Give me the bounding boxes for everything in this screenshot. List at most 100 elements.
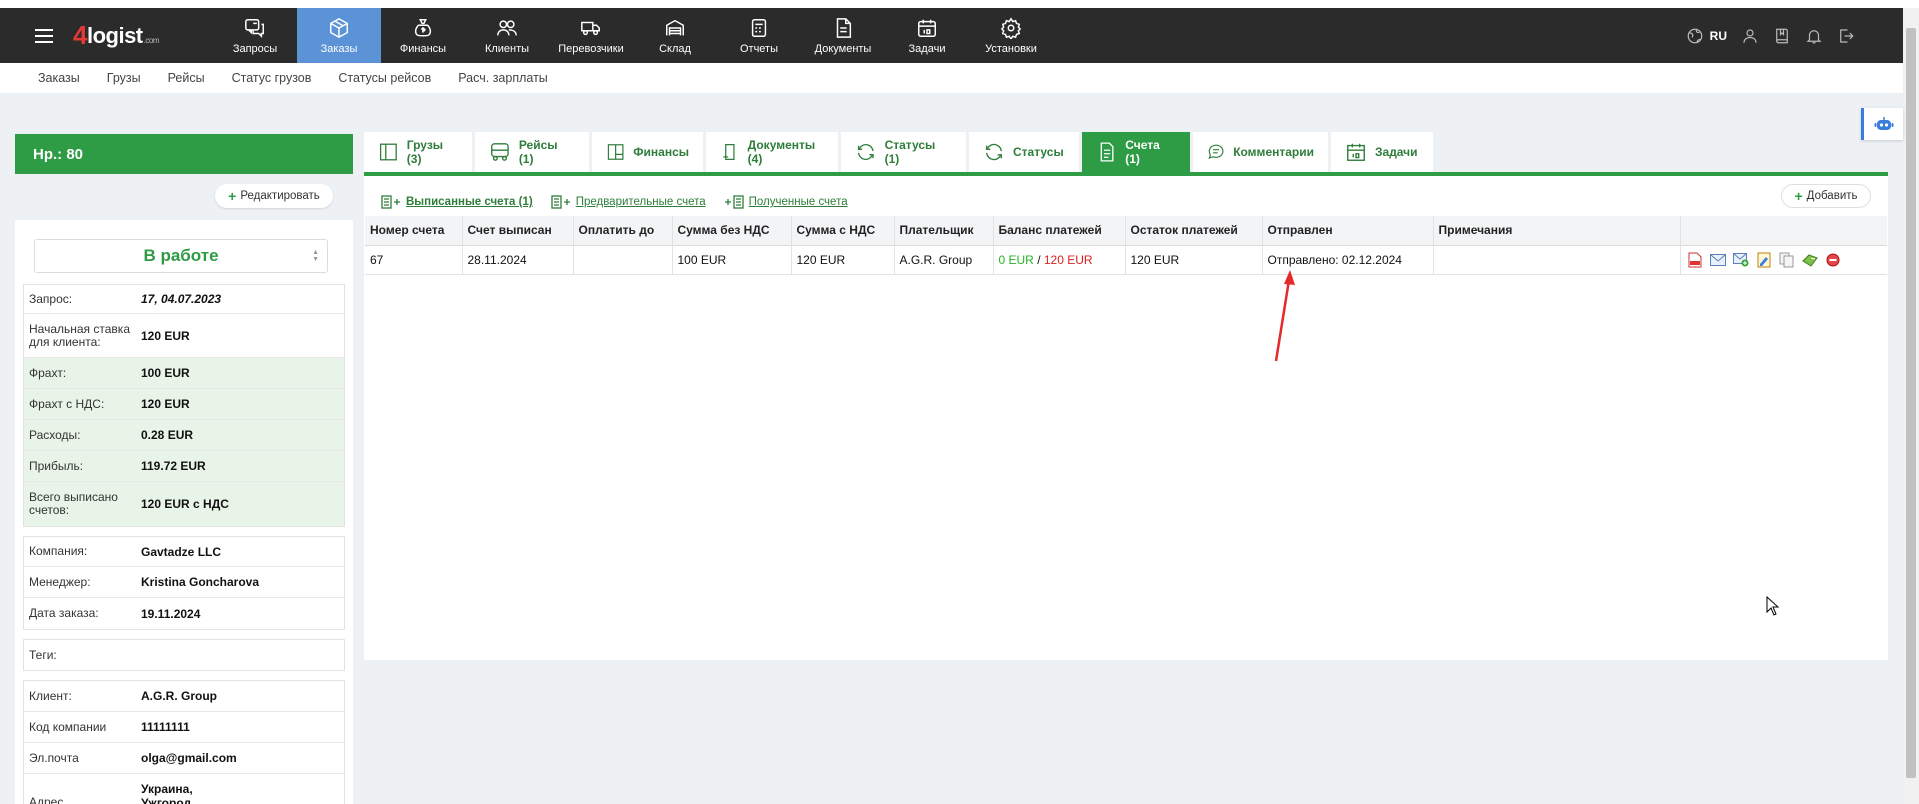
tab-finance[interactable]: Финансы bbox=[592, 132, 703, 172]
edit-button[interactable]: + Редактировать bbox=[215, 184, 333, 208]
email-add-icon[interactable] bbox=[1732, 252, 1749, 268]
column-header[interactable]: Плательщик bbox=[894, 216, 994, 246]
info-label: Компания: bbox=[29, 544, 88, 558]
sub-navigation: Заказы Грузы Рейсы Статус грузов Статусы… bbox=[0, 63, 1903, 93]
book-icon[interactable] bbox=[1773, 27, 1791, 45]
tab-label: Финансы bbox=[633, 145, 689, 159]
subnav-orders[interactable]: Заказы bbox=[38, 71, 80, 85]
tab-tasks[interactable]: Задачи bbox=[1331, 132, 1433, 172]
info-value: 120 EUR с НДС bbox=[141, 497, 229, 511]
column-header[interactable]: Отправлен bbox=[1262, 216, 1434, 246]
info-row: Начальная ставка для клиента: 120 EUR bbox=[24, 314, 344, 358]
nav-orders-label: Заказы bbox=[320, 42, 358, 55]
tab-comments[interactable]: Комментарии bbox=[1193, 132, 1328, 172]
tab-label: Статусы bbox=[1013, 145, 1064, 159]
column-header[interactable]: Сумма без НДС bbox=[672, 216, 792, 246]
subtab-label: Выписанные счета (1) bbox=[406, 196, 533, 208]
nav-requests-label: Запросы bbox=[232, 42, 278, 55]
info-label: Прибыль: bbox=[29, 458, 84, 473]
finance-icon bbox=[414, 18, 432, 37]
email-icon[interactable] bbox=[1709, 252, 1726, 268]
nav-clients[interactable]: Клиенты bbox=[465, 8, 549, 63]
nav-orders[interactable]: Заказы bbox=[297, 8, 381, 63]
subtab-received-invoices[interactable]: Полученные счета bbox=[724, 195, 848, 209]
nav-carriers[interactable]: Перевозчики bbox=[549, 8, 633, 63]
column-header[interactable]: Номер счета bbox=[365, 216, 463, 246]
user-icon[interactable] bbox=[1741, 27, 1759, 45]
column-header[interactable]: Счет выписан bbox=[462, 216, 574, 246]
delete-icon[interactable] bbox=[1825, 252, 1841, 268]
scrollbar-thumb[interactable] bbox=[1906, 28, 1916, 778]
tab-label: Комментарии bbox=[1233, 145, 1314, 159]
nav-reports[interactable]: Отчеты bbox=[717, 8, 801, 63]
subtab-preliminary-invoices[interactable]: Предварительные счета bbox=[551, 195, 706, 209]
menu-icon[interactable] bbox=[20, 8, 68, 63]
assistant-bot-button[interactable] bbox=[1861, 108, 1903, 140]
pdf-icon[interactable] bbox=[1687, 252, 1703, 268]
column-header[interactable]: Сумма с НДС bbox=[791, 216, 895, 246]
copy-icon[interactable] bbox=[1779, 252, 1795, 268]
subtab-issued-invoices[interactable]: Выписанные счета (1) bbox=[381, 195, 533, 209]
tab-label: Грузы (3) bbox=[406, 138, 444, 166]
annotation-arrow-icon bbox=[1274, 270, 1295, 362]
info-value: 17, 04.07.2023 bbox=[141, 292, 222, 306]
subnav-cargo[interactable]: Грузы bbox=[107, 71, 141, 85]
nav-carriers-label: Перевозчики bbox=[558, 42, 624, 55]
truck-icon bbox=[581, 21, 600, 35]
edit-icon[interactable] bbox=[1756, 252, 1772, 268]
add-invoice-button[interactable]: + Добавить bbox=[1781, 184, 1871, 208]
info-value: 119.72 EUR bbox=[141, 459, 206, 473]
info-value: 120 EUR bbox=[141, 397, 190, 411]
subnav-trips[interactable]: Рейсы bbox=[168, 71, 205, 85]
nav-documents[interactable]: Документы bbox=[801, 8, 885, 63]
cell-invoice-number[interactable]: 67 bbox=[365, 245, 463, 275]
nav-right-tools: RU bbox=[1686, 8, 1903, 63]
column-header[interactable]: Оплатить до bbox=[573, 216, 673, 246]
subnav-cargo-status[interactable]: Статус грузов bbox=[232, 71, 312, 85]
info-value: Kristina Goncharova bbox=[141, 575, 260, 589]
nav-finance-label: Финансы bbox=[399, 42, 447, 55]
info-value: olga@gmail.com bbox=[141, 751, 237, 765]
info-label: Код компании bbox=[29, 719, 107, 734]
document-tab-icon bbox=[723, 144, 735, 160]
tab-documents[interactable]: Документы (4) bbox=[706, 132, 838, 172]
subnav-salary[interactable]: Расч. зарплаты bbox=[458, 71, 548, 85]
tab-trips[interactable]: Рейсы (1) bbox=[475, 132, 589, 172]
tab-label: Задачи bbox=[1375, 145, 1418, 159]
status-select-value: В работе bbox=[143, 246, 219, 265]
nav-reports-label: Отчеты bbox=[739, 42, 779, 55]
status-select[interactable]: В работе ▲ ▼ bbox=[34, 239, 328, 273]
column-header[interactable]: Остаток платежей bbox=[1125, 216, 1263, 246]
info-label: Запрос: bbox=[29, 291, 73, 306]
nav-warehouse[interactable]: Склад bbox=[633, 8, 717, 63]
info-value: A.G.R. Group bbox=[141, 689, 217, 703]
info-label: Клиент: bbox=[29, 688, 72, 703]
column-header[interactable]: Примечания bbox=[1433, 216, 1681, 246]
table-row[interactable]: 67 28.11.2024 100 EUR 120 EUR A.G.R. Gro… bbox=[365, 245, 1887, 275]
bell-icon[interactable] bbox=[1805, 27, 1823, 45]
nav-requests[interactable]: Запросы bbox=[213, 8, 297, 63]
info-value: 100 EUR bbox=[141, 366, 190, 380]
nav-finance[interactable]: Финансы bbox=[381, 8, 465, 63]
page-scrollbar[interactable] bbox=[1903, 8, 1919, 804]
globe-icon[interactable] bbox=[1686, 27, 1704, 45]
refresh-icon bbox=[985, 143, 1003, 161]
finance-tab-icon bbox=[607, 144, 624, 160]
tab-statuses[interactable]: Статусы bbox=[969, 132, 1079, 172]
nav-settings[interactable]: Установки bbox=[969, 8, 1053, 63]
language-selector[interactable]: RU bbox=[1710, 29, 1727, 43]
subtab-label: Предварительные счета bbox=[575, 196, 706, 208]
tab-statuses-cargo[interactable]: Статусы (1) bbox=[841, 132, 966, 172]
column-header[interactable]: Баланс платежей bbox=[993, 216, 1126, 246]
subnav-trip-statuses[interactable]: Статусы рейсов bbox=[338, 71, 431, 85]
logout-icon[interactable] bbox=[1837, 27, 1855, 45]
info-label: Дата заказа: bbox=[29, 606, 99, 620]
tab-cargo[interactable]: Грузы (3) bbox=[364, 132, 472, 172]
calendar-icon bbox=[918, 19, 936, 37]
logo[interactable]: 4 logist .com bbox=[73, 8, 213, 63]
balance-paid: 0 EUR bbox=[998, 252, 1034, 267]
pay-icon[interactable] bbox=[1801, 252, 1818, 268]
nav-tasks[interactable]: Задачи bbox=[885, 8, 969, 63]
info-row: Прибыль: 119.72 EUR bbox=[24, 451, 344, 482]
tab-invoices[interactable]: Счета (1) bbox=[1082, 132, 1190, 172]
